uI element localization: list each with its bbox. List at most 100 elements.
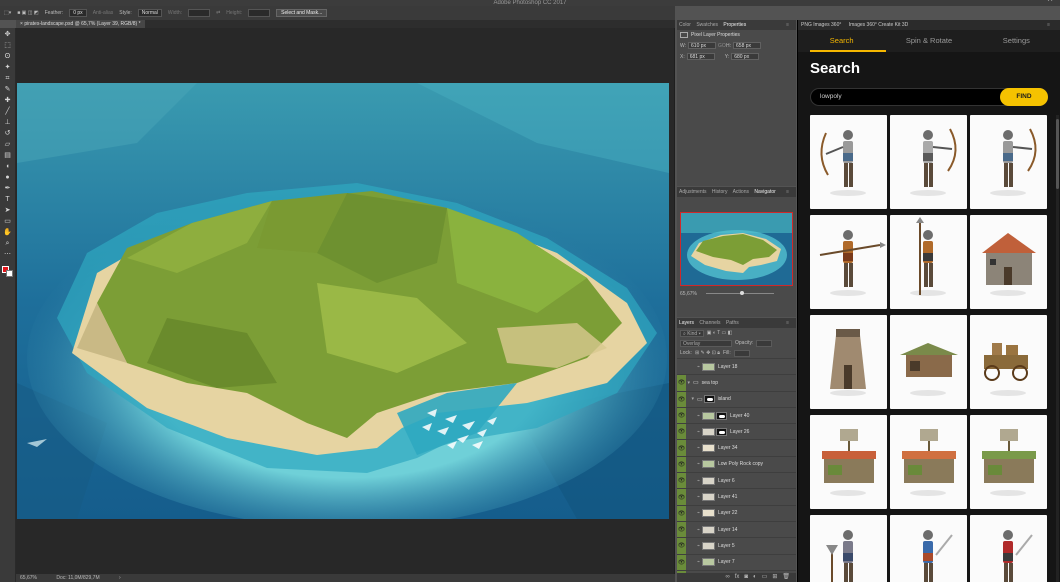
tab-navigator[interactable]: Navigator	[754, 189, 775, 195]
eye-icon[interactable]: 👁︎	[677, 473, 686, 489]
height-input[interactable]	[248, 9, 271, 17]
new-selection-icon[interactable]: ■ ▣ ◫ ◩	[17, 10, 38, 16]
result-card[interactable]	[810, 515, 887, 582]
zoom-tool-icon[interactable]: ⌕	[3, 240, 13, 248]
eye-icon[interactable]: 👁︎	[677, 538, 686, 554]
result-card[interactable]	[970, 415, 1047, 509]
add-mask-icon[interactable]: ◙	[744, 573, 748, 582]
layer-mask-thumbnail[interactable]	[716, 411, 727, 420]
layer-mask-thumbnail[interactable]	[716, 427, 727, 436]
result-card[interactable]	[970, 215, 1047, 309]
eye-icon[interactable]	[677, 359, 686, 374]
select-and-mask-button[interactable]: Select and Mask...	[276, 9, 328, 17]
y-input[interactable]: 680 px	[731, 53, 760, 60]
fill-input[interactable]	[733, 349, 750, 357]
magic-wand-tool-icon[interactable]: ✦	[3, 64, 13, 72]
more-tools-icon[interactable]: ⋯	[3, 251, 13, 259]
marquee-preset-icon[interactable]: ⬚▾	[4, 10, 11, 16]
move-tool-icon[interactable]: ✥	[3, 31, 13, 39]
nav-spin-rotate[interactable]: Spin & Rotate	[885, 30, 972, 52]
lasso-tool-icon[interactable]: ʘ	[3, 53, 13, 61]
result-card[interactable]	[810, 215, 887, 309]
style-select[interactable]: Normal	[137, 9, 162, 17]
tab-history[interactable]: History	[712, 189, 728, 195]
w-input[interactable]: 610 px	[688, 42, 717, 49]
blur-tool-icon[interactable]: ◖	[3, 163, 13, 171]
eraser-tool-icon[interactable]: ▱	[3, 141, 13, 149]
navigator-zoom-value[interactable]: 65,67%	[680, 291, 697, 297]
hand-tool-icon[interactable]: ✋	[3, 229, 13, 237]
search-input[interactable]: lowpoly	[820, 89, 842, 105]
layer-row[interactable]: 👁︎ ⌁ Layer 40	[677, 406, 796, 424]
layer-row[interactable]: ⌁ Layer 18	[677, 358, 796, 374]
new-layer-icon[interactable]: ⊞	[772, 573, 777, 582]
close-window-icon[interactable]: ×	[1044, 0, 1056, 9]
trash-icon[interactable]: 🗑︎	[782, 573, 790, 582]
layer-row[interactable]: 👁︎ ▾ ▭ sea top	[677, 374, 796, 391]
clone-stamp-icon[interactable]: ⊥	[3, 119, 13, 127]
tab-create-kit-3d[interactable]: Images 360° Create Kit 3D	[849, 22, 909, 28]
eye-icon[interactable]: 👁︎	[677, 375, 686, 391]
tab-layers[interactable]: Layers	[679, 320, 694, 326]
layer-row[interactable]: 👁︎ ⌁ Layer 14	[677, 520, 796, 538]
eyedropper-tool-icon[interactable]: ✎	[3, 86, 13, 94]
document-info[interactable]: Doc: 11,0M/829,7M	[56, 575, 99, 581]
nav-search[interactable]: Search	[798, 30, 885, 52]
navigator-zoom-knob[interactable]	[740, 291, 744, 295]
navigator-preview[interactable]	[680, 212, 793, 286]
eye-icon[interactable]: 👁︎	[677, 489, 686, 505]
tab-color[interactable]: Color	[679, 22, 691, 28]
layer-row[interactable]: 👁︎ ⌁ Layer 6	[677, 472, 796, 489]
result-card[interactable]	[810, 415, 887, 509]
result-card[interactable]	[970, 515, 1047, 582]
eye-icon[interactable]: 👁︎	[677, 407, 686, 424]
history-brush-icon[interactable]: ↺	[3, 130, 13, 138]
swap-icon[interactable]: ⇄	[216, 10, 220, 16]
eye-icon[interactable]: 👁︎	[677, 554, 686, 570]
link-icon[interactable]: GO	[718, 43, 726, 49]
gradient-tool-icon[interactable]: ▤	[3, 152, 13, 160]
tab-adjustments[interactable]: Adjustments	[679, 189, 707, 195]
result-card[interactable]	[810, 115, 887, 209]
type-tool-icon[interactable]: T	[3, 196, 13, 204]
h-input[interactable]: 658 px	[733, 42, 762, 49]
width-input[interactable]	[188, 9, 211, 17]
tab-paths[interactable]: Paths	[726, 320, 739, 326]
feather-input[interactable]: 0 px	[69, 9, 87, 17]
result-card[interactable]	[970, 315, 1047, 409]
result-card[interactable]	[970, 115, 1047, 209]
result-card[interactable]	[890, 315, 967, 409]
eye-icon[interactable]: 👁︎	[677, 391, 686, 407]
result-card[interactable]	[890, 515, 967, 582]
rectangle-tool-icon[interactable]: ▭	[3, 218, 13, 226]
document-canvas[interactable]	[17, 83, 669, 519]
x-input[interactable]: 681 px	[686, 53, 715, 60]
layer-row[interactable]: 👁︎ ⌁ Layer 22	[677, 504, 796, 521]
fx-icon[interactable]: fx	[735, 573, 740, 582]
brush-tool-icon[interactable]: ╱	[3, 108, 13, 116]
layer-row[interactable]: 👁︎ ⌁ Layer 7	[677, 553, 796, 570]
panel-menu-icon[interactable]: ≡	[786, 187, 789, 197]
scrollbar-thumb[interactable]	[1056, 119, 1059, 189]
lock-icons[interactable]: ⊞ ✎ ✥ ⊡ 🔒︎	[695, 350, 720, 356]
blend-mode-select[interactable]: Overlay	[680, 339, 732, 347]
new-group-icon[interactable]: ▭	[762, 573, 768, 582]
tab-png-images-360[interactable]: PNG Images 360°	[801, 22, 841, 28]
opacity-input[interactable]	[756, 339, 773, 347]
tab-actions[interactable]: Actions	[733, 189, 749, 195]
pen-tool-icon[interactable]: ✒	[3, 185, 13, 193]
layer-row[interactable]: 👁︎ ⌁ Layer 5	[677, 537, 796, 554]
crop-tool-icon[interactable]: ⌗	[3, 75, 13, 83]
tab-channels[interactable]: Channels	[699, 320, 720, 326]
result-card[interactable]	[890, 215, 967, 309]
tab-properties[interactable]: Properties	[723, 22, 746, 28]
zoom-readout[interactable]: 65,67%	[20, 575, 37, 581]
results-scrollbar[interactable]	[1056, 115, 1059, 582]
nav-settings[interactable]: Settings	[973, 30, 1060, 52]
tab-swatches[interactable]: Swatches	[696, 22, 718, 28]
result-card[interactable]	[890, 415, 967, 509]
background-color-swatch[interactable]	[6, 270, 13, 277]
result-card[interactable]	[810, 315, 887, 409]
adjustment-layer-icon[interactable]: ◐	[753, 573, 757, 582]
healing-brush-icon[interactable]: ✚	[3, 97, 13, 105]
